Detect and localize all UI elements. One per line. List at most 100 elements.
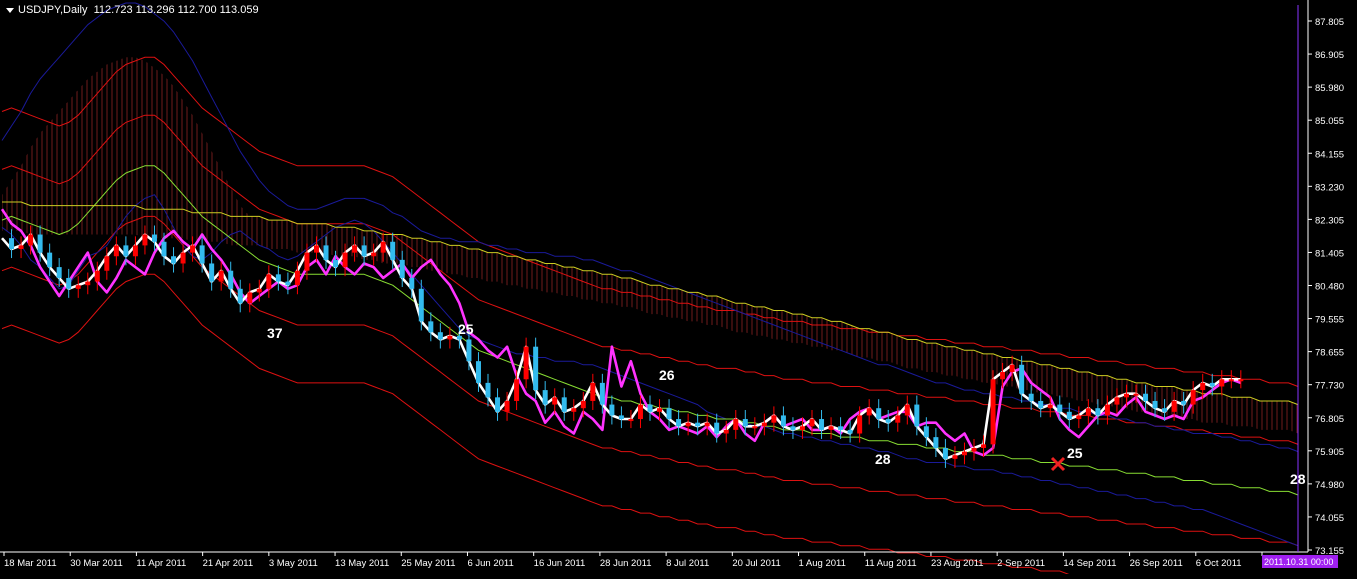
candle-body [123,245,129,257]
chart-root: 87.805 86.905 85.980 85.055 84.155 83.230 82.3… [0,0,1357,579]
candle-body [113,245,119,257]
candle-body [904,404,910,416]
candle-body [94,270,100,282]
candle-body [504,400,510,412]
candle-body [1047,404,1053,409]
candle-body [609,404,615,416]
candle-body [352,245,358,253]
candle-body [685,422,691,427]
candle-body [180,252,186,264]
candle-body [161,241,167,257]
candle-body [1162,408,1168,412]
candle-body [514,379,520,401]
wave-count-label: 25 [458,321,474,337]
candle-body [876,408,882,420]
y-tick-label: 80.480 [1315,282,1344,293]
candle-body [866,408,872,416]
candle-body [780,415,786,427]
candle-body [1057,404,1063,412]
x-tick-label: 18 Mar 2011 [4,558,57,569]
candle-body [1190,390,1196,405]
current-time-label: 2011.10.31 00:00 [1264,557,1333,567]
candle-body [1104,404,1110,416]
candle-body [1076,415,1082,420]
candle-body [828,426,834,430]
candle-body [447,335,453,340]
candle-body [809,419,815,427]
candle-body [838,426,844,430]
candle-body [1019,364,1025,394]
candle-body [9,238,15,250]
candle-body [1219,379,1225,387]
x-tick-label: 2 Sep 2011 [997,558,1045,569]
x-tick-label: 3 May 2011 [269,558,318,569]
candle-body [466,339,472,362]
candle-body [28,234,34,246]
wave-count-label: 28 [1290,471,1306,487]
candle-body [371,252,377,257]
candle-body [695,422,701,427]
candle-body [523,346,529,380]
candle-body [285,281,291,286]
candle-body [885,419,891,423]
candle-body [190,245,196,253]
candle-body [1238,379,1244,382]
candle-body [552,397,558,405]
candle-body [847,429,853,434]
candle-body [437,332,443,340]
candle-body [676,419,682,427]
y-tick-label: 77.730 [1315,381,1344,392]
candle-body [428,321,434,333]
wave-count-label: 25 [1067,445,1083,461]
candle-body [85,281,91,286]
candle-body [666,408,672,420]
x-tick-label: 6 Jun 2011 [467,558,513,569]
candle-body [37,234,43,253]
candle-body [1009,364,1015,373]
candle-body [75,285,81,289]
x-tick-label: 11 Aug 2011 [865,558,917,569]
ohlc-values: 112.723 113.296 112.700 113.059 [93,4,259,17]
price-chart[interactable]: 87.805 86.905 85.980 85.055 84.155 83.230 82.3… [0,0,1357,579]
chart-header: USDJPY,Daily 112.723 113.296 112.700 113… [6,4,259,16]
red-x-icon [1050,456,1066,472]
candle-body [771,415,777,423]
candle-body [209,263,215,282]
candle-body [790,426,796,430]
dropdown-triangle-icon[interactable] [6,7,14,13]
candle-body [1038,400,1044,409]
candle-body [799,426,805,430]
y-tick-label: 78.655 [1315,348,1344,359]
candle-body [495,397,501,412]
candle-body [1228,379,1234,382]
candle-body [590,382,596,401]
y-tick-label: 87.805 [1315,17,1344,28]
candle-body [647,404,653,412]
candle-body [66,277,72,289]
candle-body [723,429,729,434]
candle-body [819,419,825,430]
x-tick-label: 23 Aug 2011 [931,558,984,569]
candle-body [361,245,367,257]
y-tick-label: 81.405 [1315,248,1344,259]
wave-count-label: 37 [267,325,283,341]
x-tick-label: 1 Aug 2011 [799,558,846,569]
x-tick-label: 20 Jul 2011 [732,558,780,569]
x-tick-label: 14 Sep 2011 [1063,558,1116,569]
x-tick-label: 26 Sep 2011 [1130,558,1183,569]
candle-body [599,382,605,405]
x-tick-label: 21 Apr 2011 [203,558,254,569]
candle-body [56,267,62,278]
wave-count-label: 28 [875,451,891,467]
candle-body [1114,397,1120,405]
candle-body [485,382,491,398]
candle-body [218,270,224,282]
candle-body [418,288,424,322]
candle-body [914,404,920,427]
candle-body [752,426,758,429]
candle-body [104,256,110,271]
candle-body [1171,400,1177,412]
symbol-timeframe: USDJPY,Daily [18,4,88,17]
y-tick-label: 82.305 [1315,215,1344,226]
candle-body [618,415,624,420]
